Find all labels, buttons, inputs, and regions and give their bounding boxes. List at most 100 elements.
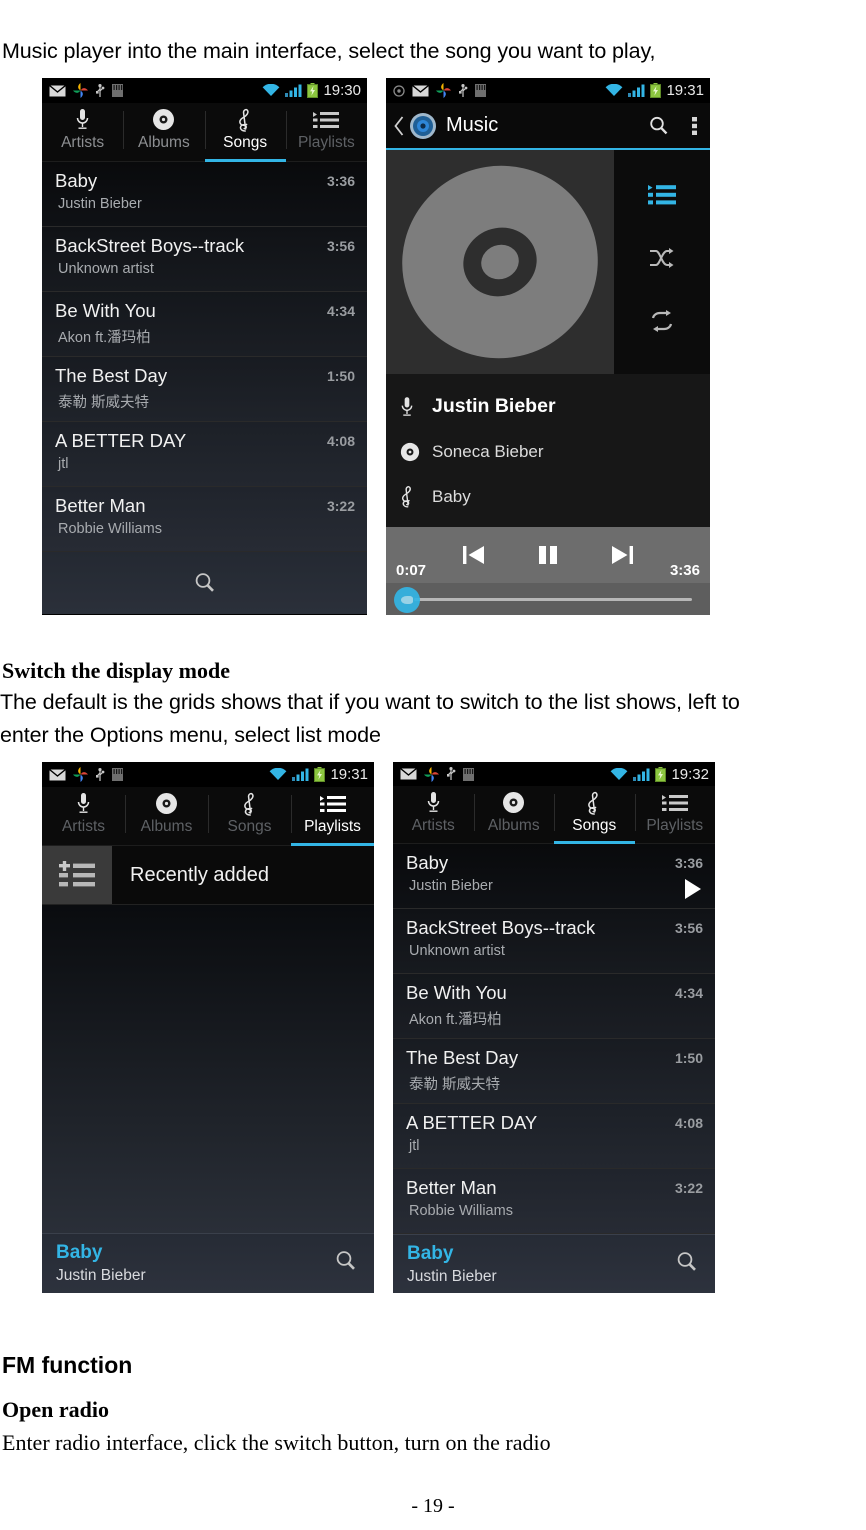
- playlist-icon: [661, 790, 688, 815]
- wifi-icon: [606, 84, 623, 96]
- song-artist: Akon ft.潘玛柏: [58, 330, 151, 346]
- google-photos-icon: [424, 766, 439, 782]
- tab-albums[interactable]: Albums: [125, 787, 208, 845]
- battery-icon: [314, 767, 326, 782]
- table-row[interactable]: Be With You Akon ft.潘玛柏 4:34: [393, 974, 715, 1040]
- song-duration: 4:34: [674, 985, 703, 1002]
- tab-underline: [125, 843, 208, 846]
- table-row[interactable]: Better Man Robbie Williams 3:22: [393, 1169, 715, 1235]
- email-icon: [49, 84, 66, 96]
- song-list: Baby Justin Bieber 3:36 BackStreet Boys-…: [393, 844, 715, 1235]
- tab-albums[interactable]: Albums: [123, 103, 204, 161]
- battery-icon: [307, 83, 319, 98]
- screenshot-playlists: 19:31 Artists Albums Songs Playlists Rec…: [42, 762, 374, 1293]
- back-chevron-icon[interactable]: [394, 115, 405, 136]
- tab-artists[interactable]: Artists: [42, 103, 123, 161]
- song-title: The Best Day: [406, 1047, 519, 1069]
- table-row[interactable]: Baby Justin Bieber 3:36: [42, 162, 367, 227]
- tab-albums-label: Albums: [140, 818, 193, 835]
- tab-artists-label: Artists: [61, 818, 106, 835]
- next-track-button[interactable]: [609, 543, 635, 567]
- song-duration: 3:36: [326, 173, 355, 189]
- album-disc-icon: [155, 791, 178, 816]
- tab-artists[interactable]: Artists: [42, 787, 125, 845]
- treble-clef-icon: [242, 791, 258, 816]
- list-item[interactable]: Recently added: [42, 846, 374, 905]
- microphone-icon: [426, 790, 441, 815]
- tab-playlists[interactable]: Playlists: [634, 786, 716, 843]
- search-icon[interactable]: [193, 571, 217, 595]
- now-playing-track-row[interactable]: Baby: [386, 474, 710, 519]
- search-icon[interactable]: [675, 1250, 699, 1279]
- screenshot-now-playing: 19:31 Music Justin Bieber Soneca Bieber …: [386, 78, 710, 615]
- status-clock: 19:30: [323, 82, 361, 99]
- album-art[interactable]: [386, 150, 614, 374]
- status-clock: 19:32: [671, 765, 709, 783]
- seek-bar[interactable]: [386, 583, 710, 615]
- song-duration: 1:50: [674, 1050, 703, 1067]
- search-bar[interactable]: [42, 552, 367, 614]
- tab-songs[interactable]: Songs: [554, 786, 635, 845]
- table-row[interactable]: A BETTER DAY jtl 4:08: [42, 422, 367, 487]
- tab-playlists-label: Playlists: [646, 817, 704, 835]
- song-artist: Unknown artist: [409, 943, 505, 960]
- tab-artists[interactable]: Artists: [393, 786, 474, 843]
- tab-songs[interactable]: Songs: [208, 787, 291, 845]
- signal-bars-icon: [633, 768, 650, 781]
- table-row[interactable]: BackStreet Boys--track Unknown artist 3:…: [42, 227, 367, 292]
- seek-thumb[interactable]: [394, 587, 420, 613]
- status-bar: 19:31: [42, 762, 374, 787]
- status-clock: 19:31: [330, 766, 368, 783]
- tab-playlists[interactable]: Playlists: [291, 787, 374, 846]
- song-duration: 4:08: [326, 433, 355, 449]
- battery-icon: [655, 766, 667, 782]
- signal-bars-icon: [628, 84, 645, 97]
- overflow-menu-icon[interactable]: [692, 116, 697, 136]
- table-row[interactable]: Baby Justin Bieber 3:36: [393, 844, 715, 910]
- now-playing-album: Soneca Bieber: [432, 441, 544, 461]
- intro-paragraph: Music player into the main interface, se…: [2, 39, 656, 63]
- song-title: The Best Day: [55, 365, 168, 386]
- playlist-icon: [313, 107, 340, 132]
- playback-controls: 0:07 3:36: [386, 527, 710, 583]
- tab-songs-label: Songs: [223, 134, 268, 151]
- now-playing-metadata: Justin Bieber Soneca Bieber Baby: [386, 374, 710, 527]
- repeat-icon[interactable]: [649, 309, 675, 332]
- table-row[interactable]: The Best Day 泰勒 斯威夫特 1:50: [393, 1039, 715, 1105]
- switch-display-mode-body-line1: The default is the grids shows that if y…: [0, 690, 740, 714]
- now-playing-bar[interactable]: Baby Justin Bieber: [42, 1233, 374, 1293]
- fm-function-heading: FM function: [2, 1352, 133, 1378]
- status-bar: 19:30: [42, 78, 367, 103]
- queue-list-icon[interactable]: [648, 184, 676, 206]
- table-row[interactable]: The Best Day 泰勒 斯威夫特 1:50: [42, 357, 367, 422]
- search-icon[interactable]: [648, 115, 670, 137]
- table-row[interactable]: Better Man Robbie Williams 3:22: [42, 487, 367, 552]
- song-artist: jtl: [409, 1138, 420, 1155]
- song-title: Better Man: [406, 1177, 497, 1199]
- signal-bars-icon: [285, 84, 302, 97]
- circle-dot-icon: [393, 84, 405, 97]
- tab-playlists-label: Playlists: [304, 818, 361, 835]
- tab-playlists[interactable]: Playlists: [285, 103, 367, 161]
- tab-albums[interactable]: Albums: [473, 786, 555, 843]
- tab-songs[interactable]: Songs: [204, 103, 286, 162]
- table-row[interactable]: BackStreet Boys--track Unknown artist 3:…: [393, 909, 715, 975]
- song-title: Be With You: [406, 982, 507, 1004]
- album-disc-icon: [502, 790, 525, 815]
- table-row[interactable]: Be With You Akon ft.潘玛柏 4:34: [42, 292, 367, 357]
- now-playing-album-row[interactable]: Soneca Bieber: [386, 429, 710, 474]
- pause-button[interactable]: [535, 543, 561, 567]
- usb-icon: [96, 83, 105, 97]
- table-row[interactable]: A BETTER DAY jtl 4:08: [393, 1104, 715, 1170]
- shuffle-icon[interactable]: [649, 247, 675, 269]
- battery-icon: [650, 83, 662, 98]
- now-playing-bar[interactable]: Baby Justin Bieber: [393, 1234, 715, 1293]
- search-icon[interactable]: [334, 1249, 358, 1278]
- song-artist: 泰勒 斯威夫特: [409, 1077, 501, 1094]
- now-playing-artist-row[interactable]: Justin Bieber: [386, 384, 710, 429]
- empty-playlist-area: [42, 905, 374, 1233]
- previous-track-button[interactable]: [461, 543, 487, 567]
- screenshot-songs-list: 19:30 Artists Albums Songs Playlists Bab…: [42, 78, 367, 615]
- tab-playlists-label: Playlists: [297, 134, 355, 151]
- song-duration: 3:22: [674, 1180, 703, 1197]
